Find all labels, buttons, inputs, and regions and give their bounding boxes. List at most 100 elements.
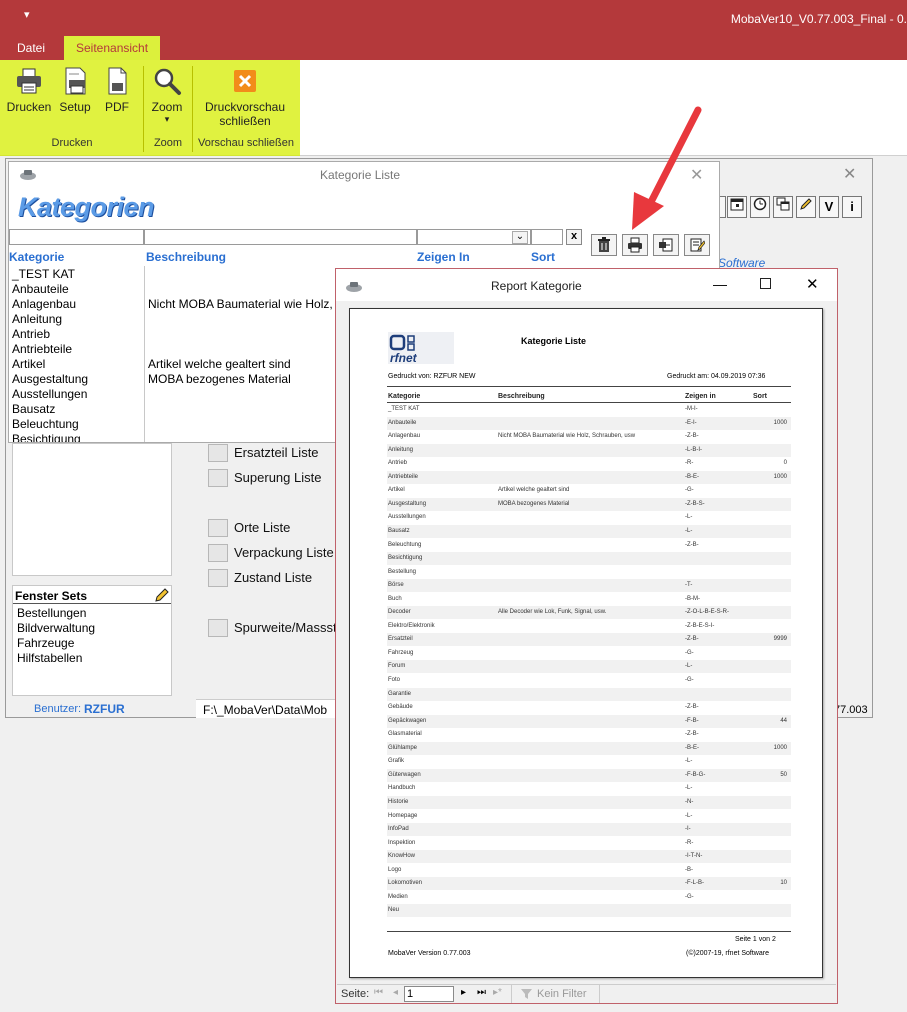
cell-zeigen-in: -Z-B- — [685, 704, 699, 711]
drucken-button[interactable]: Drucken — [4, 66, 54, 114]
cell-beschreibung: Artikel welche gealtert sind — [498, 487, 570, 494]
page-number-input[interactable]: 1 — [404, 986, 454, 1002]
list-item[interactable]: Besichtigung — [12, 432, 81, 442]
rfnet-logo: rfnet — [388, 332, 454, 364]
next-page-icon[interactable]: ▸ — [461, 987, 466, 998]
print-button[interactable] — [622, 234, 648, 256]
cell-sort: 9999 — [773, 636, 787, 643]
cell-kategorie: _TEST KAT — [388, 406, 420, 412]
table-row: Güterwagen -F-B-G- 50 — [387, 768, 791, 782]
clear-filter-button[interactable]: x — [566, 229, 582, 245]
cell-kategorie: Ausgestaltung — [388, 500, 427, 507]
new-record-icon[interactable]: ▸* — [493, 987, 502, 998]
delete-button[interactable] — [591, 234, 617, 256]
cell-kategorie: Ersatzteil — [388, 636, 413, 643]
cell-kategorie: Anlagenbau — [388, 433, 421, 440]
pencil-icon[interactable] — [796, 196, 816, 218]
table-row: Glasmaterial -Z-B- — [387, 728, 791, 741]
ersatzteil-liste-button[interactable] — [208, 444, 228, 462]
col-kategorie[interactable]: Kategorie — [9, 250, 64, 264]
tab-seitenansicht[interactable]: Seitenansicht — [64, 36, 161, 60]
filter-kategorie-input[interactable] — [9, 229, 144, 245]
kategorie-window-title: Kategorie Liste — [320, 168, 401, 182]
fenster-set-item[interactable]: Hilfstabellen — [17, 651, 82, 665]
quick-access-dropdown-icon[interactable]: ▾ — [24, 8, 30, 21]
druckvorschau-schliessen-button[interactable]: Druckvorschau schließen — [198, 66, 292, 128]
orte-liste-button[interactable] — [208, 519, 228, 537]
edit-pencil-icon[interactable] — [154, 587, 170, 606]
pdf-button[interactable]: PDF — [98, 66, 136, 114]
table-row: InfoPad -I- — [387, 823, 791, 837]
setup-button[interactable]: Setup — [56, 66, 94, 114]
cell-zeigen-in: -I-T-N- — [685, 853, 703, 860]
table-row: Beleuchtung -Z-B- — [387, 539, 791, 552]
cell-sort: 44 — [780, 717, 787, 724]
filter-sort-input[interactable] — [531, 229, 563, 245]
printer-icon — [628, 237, 642, 253]
table-row: Bausatz -L- — [387, 524, 791, 538]
cell-zeigen-in: -N- — [685, 798, 694, 805]
list-item[interactable]: Ausstellungen — [12, 387, 87, 401]
cell-sort: 1000 — [773, 473, 787, 480]
prev-page-icon[interactable]: ◂ — [393, 987, 398, 998]
cell-zeigen-in: -Z-B- — [685, 636, 699, 643]
cell-zeigen-in: -Z-B- — [685, 541, 699, 548]
windows-icon[interactable] — [773, 196, 793, 218]
list-item[interactable]: Anbauteile — [12, 282, 69, 296]
col-beschreibung[interactable]: Beschreibung — [146, 250, 226, 264]
cell-zeigen-in: -Z-O-L-B-E-S-R- — [685, 609, 729, 616]
superung-liste-button[interactable] — [208, 469, 228, 487]
filter-beschreibung-input[interactable] — [144, 229, 417, 245]
list-item[interactable]: Anleitung — [12, 312, 62, 326]
toolbar-v-button[interactable]: V — [819, 196, 839, 218]
zustand-liste-button[interactable] — [208, 569, 228, 587]
tab-datei[interactable]: Datei — [5, 36, 57, 60]
table-row: Gepäckwagen -F-B- 44 — [387, 714, 791, 728]
cell-kategorie: Ausstellungen — [388, 514, 426, 521]
main-close-icon[interactable]: ✕ — [843, 164, 856, 184]
cell-sort: 1000 — [773, 419, 787, 426]
col-sort[interactable]: Sort — [531, 250, 555, 264]
cell-kategorie: Grafik — [388, 758, 405, 765]
cell-kategorie: InfoPad — [388, 826, 409, 833]
chevron-down-icon[interactable]: ⌄ — [512, 231, 528, 244]
spurweite-button[interactable] — [208, 619, 228, 637]
list-item[interactable]: Ausgestaltung — [12, 372, 88, 386]
list-item[interactable]: Antrieb — [12, 327, 50, 341]
cell-kategorie: Homepage — [388, 812, 418, 819]
printed-at: Gedruckt am: 04.09.2019 07:36 — [667, 373, 766, 380]
table-row: Bestellung — [387, 566, 791, 579]
last-page-icon[interactable]: ⏭ — [477, 987, 486, 998]
fenster-set-item[interactable]: Fahrzeuge — [17, 636, 74, 650]
edit-button[interactable] — [684, 234, 710, 256]
first-page-icon[interactable]: ⏮ — [374, 987, 383, 998]
list-item[interactable]: Anlagenbau — [12, 297, 76, 311]
cell-zeigen-in: -F-L-B- — [685, 880, 704, 887]
fenster-set-item[interactable]: Bestellungen — [17, 606, 86, 620]
col-zeigen-in[interactable]: Zeigen In — [417, 250, 470, 264]
cell-kategorie: Decoder — [388, 609, 411, 616]
orte-liste-label: Orte Liste — [234, 520, 291, 535]
clock-icon[interactable] — [750, 196, 770, 218]
list-item[interactable]: Bausatz — [12, 402, 55, 416]
table-row: Gebäude -Z-B- — [387, 701, 791, 714]
close-icon[interactable]: ✕ — [806, 275, 819, 293]
list-item[interactable]: Beleuchtung — [12, 417, 79, 431]
calendar-icon[interactable] — [727, 196, 747, 218]
minimize-icon[interactable]: — — [713, 276, 727, 292]
fenster-set-item[interactable]: Bildverwaltung — [17, 621, 95, 635]
cell-zeigen-in: -R- — [685, 460, 694, 467]
list-item[interactable]: Antriebteile — [12, 342, 72, 356]
verpackung-liste-label: Verpackung Liste — [234, 545, 334, 560]
verpackung-liste-button[interactable] — [208, 544, 228, 562]
cell-kategorie: Logo — [388, 866, 402, 873]
list-item[interactable]: Artikel — [12, 357, 45, 371]
cell-kategorie: Glühlampe — [388, 744, 418, 751]
export-button[interactable] — [653, 234, 679, 256]
pdf-file-icon — [108, 67, 127, 95]
maximize-icon[interactable] — [760, 278, 771, 289]
list-item[interactable]: _TEST KAT — [12, 267, 75, 281]
toolbar-info-button[interactable]: i — [842, 196, 862, 218]
zoom-button[interactable]: Zoom ▾ — [146, 66, 188, 124]
table-row: Forum -L- — [387, 660, 791, 674]
